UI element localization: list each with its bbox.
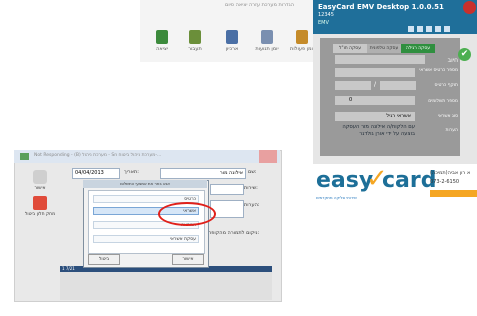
journal-icon bbox=[261, 30, 273, 44]
minimize-icon[interactable] bbox=[408, 26, 414, 32]
highlight-circle bbox=[158, 202, 216, 226]
card-number-field[interactable] bbox=[335, 68, 415, 77]
toolbar-button-label: יומן פעולות bbox=[290, 46, 314, 52]
approve-icon[interactable]: ✔ bbox=[458, 48, 471, 61]
transaction-tabs: עסקה רגילה עסקה טלפונית עסקה חו"ל bbox=[331, 44, 435, 53]
toolbar-button-0[interactable]: יציאה bbox=[150, 30, 174, 52]
confirm-button[interactable]: אישור bbox=[22, 170, 58, 191]
logo-tagline: שירותי סליקה מתקדמים bbox=[316, 195, 357, 200]
date-label: תאריך: bbox=[124, 169, 139, 175]
dialog-title: אנא בחר את אמצעי התשלום bbox=[83, 180, 207, 188]
logo-card-text: card bbox=[382, 168, 437, 193]
tools-icon[interactable] bbox=[444, 26, 450, 32]
key-icon[interactable] bbox=[435, 26, 441, 32]
window-close-button[interactable] bbox=[259, 150, 277, 163]
toolbar-button-label: יציאה bbox=[156, 46, 168, 52]
delete-window-button[interactable]: מחק חלון ביטול bbox=[22, 196, 58, 217]
delete-window-label: מחק חלון ביטול bbox=[24, 212, 56, 217]
option-credit-transaction[interactable]: עסקת אשראי bbox=[93, 235, 199, 243]
installments-field[interactable]: 0 bbox=[335, 96, 415, 105]
app-icon bbox=[20, 153, 29, 160]
support-contact-name: א רון אביה(תמיכה) bbox=[430, 170, 471, 176]
support-contact-phone: 073-2-6150 bbox=[430, 179, 460, 185]
exit-icon bbox=[156, 30, 168, 44]
easycard-title: EasyCard EMV Desktop 1.0.0.51 bbox=[318, 3, 444, 11]
amount-field[interactable] bbox=[335, 55, 425, 64]
actions-log-icon bbox=[296, 30, 308, 44]
expiry-label: תוקף כרטיס bbox=[434, 83, 458, 88]
credit-type-label: סוג אשראי bbox=[437, 114, 458, 119]
close-icon[interactable] bbox=[463, 1, 476, 14]
notes-label-main: הערות: bbox=[244, 202, 260, 208]
tab-phone[interactable]: עסקה טלפונית bbox=[367, 44, 401, 53]
expiry-year-field[interactable] bbox=[335, 81, 371, 90]
wifi-icon bbox=[417, 26, 423, 32]
tab-abroad[interactable]: עסקה חו"ל bbox=[333, 44, 367, 53]
dialog-cancel-button[interactable]: ביטול bbox=[88, 254, 120, 265]
grid-cell[interactable]: 1 7/21 bbox=[62, 266, 75, 271]
easycard-terminal-id: 12345 bbox=[318, 12, 334, 18]
payment-label: ניקום לתמורה מהקופה: bbox=[208, 230, 260, 236]
toolbar-button-label: ארכיון bbox=[225, 46, 239, 52]
toolbar-menu-text[interactable]: הגדרות מערכת עזרה יציאה סיום bbox=[225, 2, 294, 8]
settings-icon[interactable] bbox=[426, 26, 432, 32]
archive-icon bbox=[226, 30, 238, 44]
delete-icon bbox=[33, 196, 47, 210]
amount-label: חיוב bbox=[447, 57, 458, 64]
date-field[interactable]: 04/04/2013 bbox=[72, 168, 120, 179]
accent-strip bbox=[430, 190, 477, 197]
toolbar-button-2[interactable]: ארכיון bbox=[220, 30, 244, 52]
customer-field[interactable]: אילונה מור bbox=[160, 168, 246, 179]
service-field[interactable] bbox=[210, 184, 244, 195]
toolbar-button-3[interactable]: יומן תנועות bbox=[255, 30, 279, 52]
toolbar-button-label: תעבור bbox=[188, 46, 202, 52]
logo-easy-text: easy bbox=[316, 168, 374, 193]
window-title: Not Responding - (B) מערכת ניהול - Sn מע… bbox=[34, 153, 162, 158]
toolbar-button-4[interactable]: יומן פעולות bbox=[290, 30, 314, 52]
installments-label: מספר תשלומים bbox=[428, 99, 458, 104]
credit-type-select[interactable]: אשראי רגיל bbox=[335, 112, 415, 121]
toolbar-button-1[interactable]: תעבור bbox=[183, 30, 207, 52]
service-label: שירות: bbox=[244, 185, 258, 191]
expiry-month-field[interactable] bbox=[380, 81, 416, 90]
toolbar-button-label: יומן תנועות bbox=[255, 46, 279, 52]
card-number-label: מספר כרטיס אשראי bbox=[419, 68, 458, 73]
dialog-ok-button[interactable]: אישור bbox=[172, 254, 204, 265]
customer-label: שם: bbox=[248, 169, 257, 175]
confirm-button-label: אישור bbox=[34, 186, 46, 191]
transaction-message: עם הלקוח/ה אילונה מור העסקה בוצעה על ידי… bbox=[342, 124, 415, 137]
easycard-mode: EMV bbox=[318, 20, 329, 26]
transfer-icon bbox=[189, 30, 201, 44]
tab-regular[interactable]: עסקה רגילה bbox=[401, 44, 435, 53]
expiry-separator: / bbox=[374, 81, 377, 88]
notes-label: הערות bbox=[445, 128, 458, 133]
print-icon bbox=[33, 170, 47, 184]
